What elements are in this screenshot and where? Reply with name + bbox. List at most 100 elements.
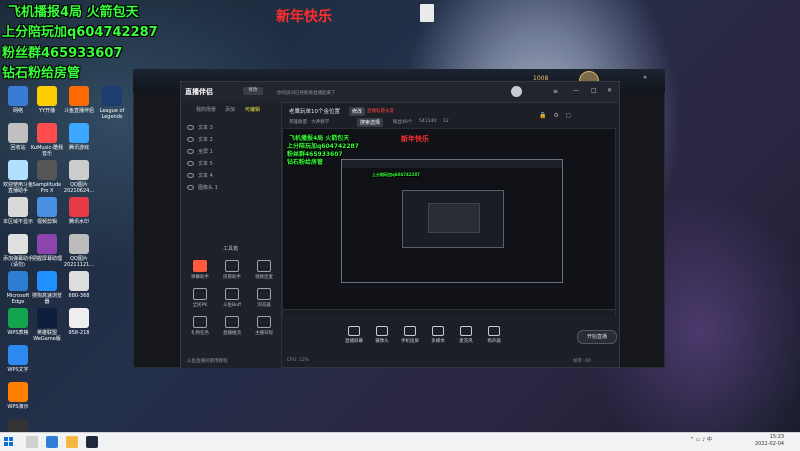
desktop-icon[interactable]: 腾讯水印	[62, 197, 96, 225]
desktop-icon[interactable]: 把握屏幕助理	[30, 234, 64, 262]
tool-button[interactable]: 斗鱼Buff	[219, 288, 245, 308]
source-item[interactable]: 图像头 1	[187, 184, 277, 194]
tool-icon	[257, 316, 271, 328]
tool-label: 主播日程	[255, 331, 273, 336]
tab-my-scenes[interactable]: 我的场景	[196, 106, 216, 113]
eye-icon[interactable]	[187, 161, 194, 166]
start-live-button[interactable]: 开始直播	[577, 330, 617, 344]
taskbar-app-3-icon[interactable]	[86, 436, 98, 448]
category-label[interactable]: 英雄联盟 · 大神教学	[289, 119, 329, 125]
overlay-line-4: 钻石粉给房管	[2, 66, 81, 81]
hot-button[interactable]: 搜索选择	[357, 118, 384, 127]
eye-icon[interactable]	[187, 125, 194, 130]
tool-button[interactable]: 礼物任务	[187, 316, 213, 336]
desktop-icon-label: QQ图片20210624...	[63, 182, 95, 194]
nested-preview-2	[402, 190, 504, 248]
desktop-icon[interactable]: 视频剪辑	[30, 197, 64, 225]
desktop-icon-label: WPS文字	[7, 367, 29, 373]
clock[interactable]: 15:23 2022-02-04	[755, 434, 784, 448]
eye-icon[interactable]	[187, 149, 194, 154]
control-label: 扬声器	[487, 339, 501, 344]
desktop-icon[interactable]: 958-218	[62, 308, 96, 336]
bottom-control-button[interactable]: 直播屏幕	[343, 326, 365, 344]
file-icon[interactable]	[420, 4, 434, 22]
desktop-icon[interactable]: 680-368	[62, 271, 96, 299]
source-label: 文本 5	[198, 161, 213, 167]
eye-icon[interactable]	[187, 173, 194, 178]
tool-icon	[225, 288, 239, 300]
tool-button[interactable]: 视频连麦	[251, 260, 277, 280]
desktop-icon[interactable]: 腾讯游戏	[62, 123, 96, 151]
bottom-control-button[interactable]: 扬声器	[483, 326, 505, 344]
bottom-control-button[interactable]: 摄像头	[371, 326, 393, 344]
live-title[interactable]: 老鹰玩单10个金位置	[289, 107, 340, 115]
tool-button[interactable]: 全民PK	[187, 288, 213, 308]
control-icon	[432, 326, 444, 336]
desktop-icon-label: KuMusic-酷我音乐	[30, 145, 64, 157]
tool-button[interactable]: 弹幕助手	[187, 260, 213, 280]
title-warning: 直播标题长度	[367, 109, 394, 114]
desktop-icon-label: 腾讯游戏	[68, 145, 89, 151]
taskbar-app-2-icon[interactable]	[66, 436, 78, 448]
maximize-icon[interactable]: □	[591, 87, 597, 94]
bottom-hint[interactable]: 斗鱼直播间使用教程	[187, 358, 228, 364]
source-item[interactable]: 文本 2	[187, 136, 277, 146]
tray-icons[interactable]: ^ ▭ ♪ 中	[690, 436, 712, 443]
source-item[interactable]: 文本 5	[187, 160, 277, 170]
app-icon	[8, 197, 28, 217]
tab-add[interactable]: 添加	[225, 106, 235, 113]
toolbar-icons[interactable]: 🔒⚙◻	[539, 112, 578, 119]
desktop-icon[interactable]: League of Legends	[95, 86, 129, 120]
source-item[interactable]: 文本 4	[187, 172, 277, 182]
source-item[interactable]: 全屏 1	[187, 148, 277, 158]
menu-icon[interactable]: ≡	[553, 88, 558, 95]
desktop-icon[interactable]: Samplitude Pro X	[30, 160, 64, 194]
desktop-icon[interactable]: 英雄联盟WeGame版	[30, 308, 64, 342]
desktop-icon-label: League of Legends	[99, 108, 125, 120]
source-label: 图像头 1	[198, 185, 218, 191]
desktop-icon-label: Samplitude Pro X	[32, 182, 62, 194]
control-icon	[404, 326, 416, 336]
tab-editable[interactable]: 可编辑	[245, 106, 260, 113]
bottom-control-button[interactable]: 多媒体	[427, 326, 449, 344]
tool-icon	[225, 260, 239, 272]
tool-button[interactable]: 主播日程	[251, 316, 277, 336]
desktop-icon[interactable]: YY开播	[30, 86, 64, 114]
desktop-icon[interactable]: WPS文字	[1, 345, 35, 373]
close-icon[interactable]: ✕	[607, 87, 612, 94]
desktop-icon[interactable]: WPS演示	[1, 382, 35, 410]
control-label: 多媒体	[431, 339, 445, 344]
taskbar-app-1-icon[interactable]	[46, 436, 58, 448]
desktop-icon-label: 英雄联盟WeGame版	[33, 330, 61, 342]
app-icon	[37, 308, 57, 328]
tool-label: 房管助手	[223, 275, 241, 280]
desktop-icon[interactable]: KuMusic-酷我音乐	[30, 123, 64, 157]
app-icon	[102, 86, 122, 106]
app-logo: 直播伴侣	[185, 88, 213, 96]
desktop-icon[interactable]: 斗鱼直播伴侣	[62, 86, 96, 114]
tool-button[interactable]: 直播推流	[219, 316, 245, 336]
bottom-control-button[interactable]: 手机投屏	[399, 326, 421, 344]
search-icon[interactable]	[26, 436, 38, 448]
start-icon[interactable]	[4, 437, 14, 447]
close-icon[interactable]: ✕	[643, 75, 647, 81]
desktop-icon-label: QQ图片20211121...	[63, 256, 95, 268]
eye-icon[interactable]	[187, 185, 194, 190]
desktop-icon[interactable]: 搜狗高速浏览器	[30, 271, 64, 305]
tool-button[interactable]: 房管助手	[219, 260, 245, 280]
app-icon	[37, 86, 57, 106]
app-icon	[37, 234, 57, 254]
desktop-icon[interactable]: QQ图片20211121...	[62, 234, 96, 268]
user-avatar[interactable]	[511, 86, 522, 97]
edit-button[interactable]: 修改	[243, 87, 263, 95]
source-label: 文本 2	[198, 137, 213, 143]
desktop-icon[interactable]: QQ图片20210624...	[62, 160, 96, 194]
control-icon	[488, 326, 500, 336]
change-button[interactable]: 修改	[349, 107, 366, 116]
bottom-control-button[interactable]: 麦克风	[455, 326, 477, 344]
app-icon	[69, 234, 89, 254]
source-item[interactable]: 文本 3	[187, 124, 277, 134]
minimize-icon[interactable]: —	[573, 87, 579, 94]
eye-icon[interactable]	[187, 137, 194, 142]
tool-button[interactable]: 浏览器	[251, 288, 277, 308]
